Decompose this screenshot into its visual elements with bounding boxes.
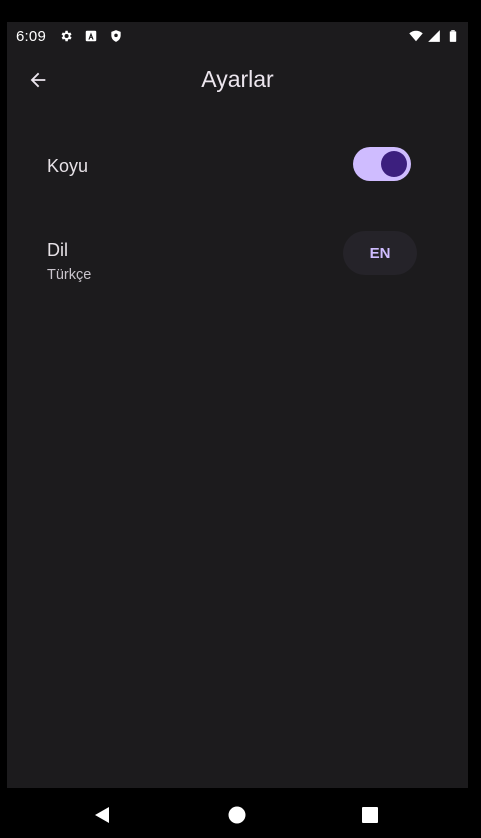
dark-mode-switch[interactable] — [353, 147, 411, 181]
switch-thumb — [381, 151, 407, 177]
nav-back-icon — [95, 807, 109, 823]
nav-back-button[interactable] — [92, 805, 112, 825]
navigation-bar — [0, 791, 481, 838]
dark-mode-setting: Koyu — [47, 147, 427, 181]
nav-recents-icon — [362, 807, 378, 823]
nav-home-button[interactable] — [227, 805, 247, 825]
battery-icon — [446, 29, 460, 43]
status-bar: 6:09 — [7, 22, 468, 50]
settings-icon — [59, 29, 73, 43]
page-title: Ayarlar — [201, 66, 274, 92]
top-app-bar: Ayarlar — [7, 50, 468, 112]
font-icon — [84, 29, 98, 43]
language-toggle-button[interactable]: EN — [343, 231, 417, 275]
nav-home-icon — [228, 806, 246, 824]
wifi-icon — [409, 29, 423, 43]
signal-icon — [427, 29, 441, 43]
shield-icon — [109, 29, 123, 43]
app-screen: 6:09 Ayarlar Koyu Dil Türkçe EN — [7, 22, 468, 788]
nav-recents-button[interactable] — [360, 805, 380, 825]
status-time: 6:09 — [16, 28, 46, 45]
language-setting: Dil Türkçe EN — [47, 231, 427, 283]
